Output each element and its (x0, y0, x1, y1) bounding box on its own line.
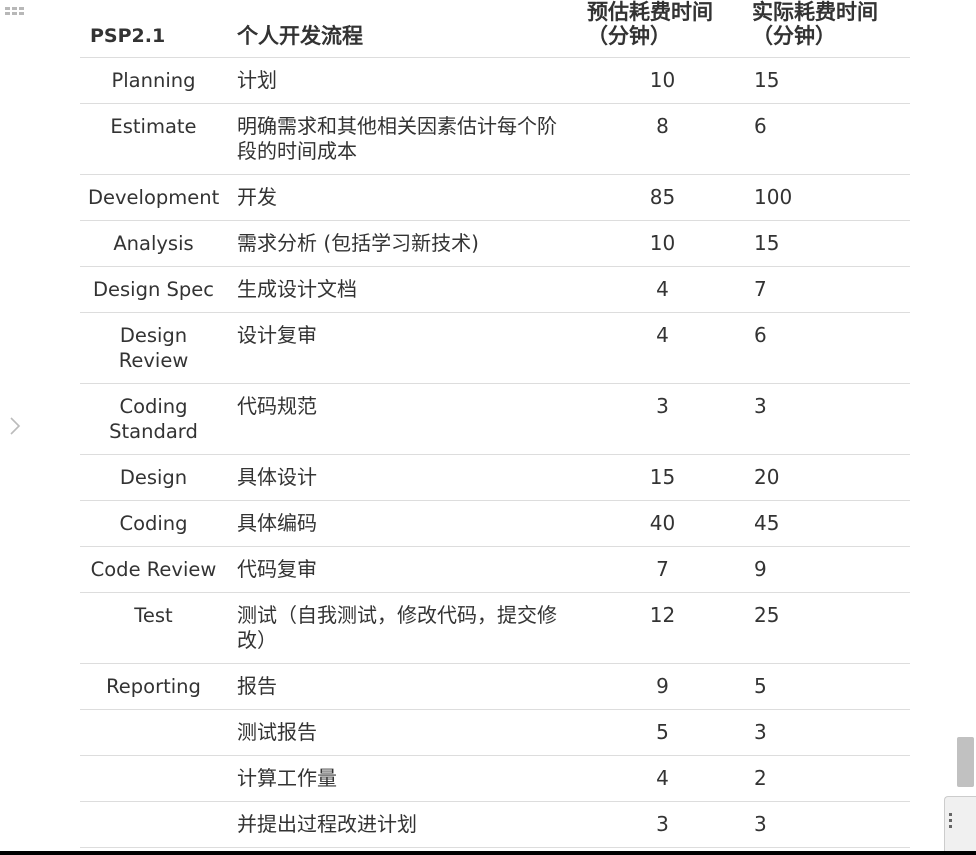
row-estimated: 9 (579, 663, 746, 710)
table-header-row: PSP2.1 个人开发流程 预估耗费时间 （分钟） 实际耗费时间 （分钟） (80, 0, 910, 58)
row-actual: 45 (746, 500, 910, 547)
table-row: Reporting 报告 9 5 (80, 663, 910, 710)
row-actual: 100 (746, 174, 910, 221)
row-actual: 25 (746, 592, 910, 664)
row-step (80, 755, 227, 802)
row-step: Design Spec (80, 266, 227, 313)
row-desc: 报告 (227, 663, 579, 710)
row-estimated: 7 (579, 546, 746, 593)
row-step: Design (80, 454, 227, 501)
header-actual-time: 实际耗费时间 （分钟） (746, 0, 910, 58)
table-row: Coding 具体编码 40 45 (80, 500, 910, 547)
row-actual: 20 (746, 454, 910, 501)
row-actual: 5 (746, 663, 910, 710)
table-row: Design Review 设计复审 4 6 (80, 312, 910, 384)
chevron-right-icon[interactable] (8, 416, 22, 436)
scrollbar-thumb[interactable] (957, 737, 974, 787)
row-estimated: 8 (579, 103, 746, 175)
row-estimated: 3 (579, 801, 746, 848)
row-estimated: 40 (579, 500, 746, 547)
row-actual: 7 (746, 266, 910, 313)
table-row: 计算工作量 4 2 (80, 755, 910, 802)
table-row: Code Review 代码复审 7 9 (80, 546, 910, 593)
row-desc: 计划 (227, 57, 579, 104)
table-row: Estimate 明确需求和其他相关因素估计每个阶段的时间成本 8 6 (80, 103, 910, 175)
row-step: Reporting (80, 663, 227, 710)
row-actual: 6 (746, 312, 910, 384)
header-estimated-time: 预估耗费时间 （分钟） (579, 0, 746, 58)
row-estimated: 10 (579, 57, 746, 104)
row-desc: 测试报告 (227, 709, 579, 756)
row-desc: 具体设计 (227, 454, 579, 501)
row-estimated: 15 (579, 454, 746, 501)
row-desc: 测试（自我测试，修改代码，提交修改） (227, 592, 579, 664)
table-row: Design 具体设计 15 20 (80, 454, 910, 501)
header-psp: PSP2.1 (80, 0, 227, 58)
table-row: 测试报告 5 3 (80, 709, 910, 756)
row-step: Coding (80, 500, 227, 547)
row-actual: 3 (746, 801, 910, 848)
row-actual: 15 (746, 220, 910, 267)
row-actual: 3 (746, 383, 910, 455)
row-actual: 3 (746, 709, 910, 756)
row-estimated: 4 (579, 312, 746, 384)
row-estimated: 5 (579, 709, 746, 756)
row-step: Design Review (80, 312, 227, 384)
grid-menu-icon[interactable] (4, 4, 26, 18)
table-row: Development 开发 85 100 (80, 174, 910, 221)
row-estimated: 85 (579, 174, 746, 221)
row-estimated: 4 (579, 266, 746, 313)
row-desc: 生成设计文档 (227, 266, 579, 313)
row-step: Development (80, 174, 227, 221)
row-step: Code Review (80, 546, 227, 593)
row-desc: 明确需求和其他相关因素估计每个阶段的时间成本 (227, 103, 579, 175)
row-desc: 计算工作量 (227, 755, 579, 802)
table-row: Planning 计划 10 15 (80, 57, 910, 104)
row-step: Planning (80, 57, 227, 104)
row-desc: 需求分析 (包括学习新技术) (227, 220, 579, 267)
psp-table: PSP2.1 个人开发流程 预估耗费时间 （分钟） 实际耗费时间 （分钟） Pl… (80, 0, 910, 848)
table-row: Test 测试（自我测试，修改代码，提交修改） 12 25 (80, 592, 910, 664)
row-actual: 6 (746, 103, 910, 175)
row-desc: 并提出过程改进计划 (227, 801, 579, 848)
row-desc: 具体编码 (227, 500, 579, 547)
row-step: Coding Standard (80, 383, 227, 455)
row-step (80, 801, 227, 848)
bottom-divider (0, 851, 976, 855)
row-desc: 代码规范 (227, 383, 579, 455)
vertical-dots-icon[interactable] (944, 796, 976, 855)
header-process: 个人开发流程 (227, 0, 579, 58)
row-estimated: 4 (579, 755, 746, 802)
row-actual: 15 (746, 57, 910, 104)
row-step (80, 709, 227, 756)
table-row: Coding Standard 代码规范 3 3 (80, 383, 910, 455)
row-estimated: 3 (579, 383, 746, 455)
page: PSP2.1 个人开发流程 预估耗费时间 （分钟） 实际耗费时间 （分钟） Pl… (0, 0, 976, 855)
row-desc: 代码复审 (227, 546, 579, 593)
table-row: Analysis 需求分析 (包括学习新技术) 10 15 (80, 220, 910, 267)
row-step: Analysis (80, 220, 227, 267)
row-desc: 设计复审 (227, 312, 579, 384)
row-step: Estimate (80, 103, 227, 175)
table-row: Design Spec 生成设计文档 4 7 (80, 266, 910, 313)
row-estimated: 10 (579, 220, 746, 267)
row-estimated: 12 (579, 592, 746, 664)
table-row: 并提出过程改进计划 3 3 (80, 801, 910, 848)
row-actual: 2 (746, 755, 910, 802)
row-desc: 开发 (227, 174, 579, 221)
row-step: Test (80, 592, 227, 664)
row-actual: 9 (746, 546, 910, 593)
